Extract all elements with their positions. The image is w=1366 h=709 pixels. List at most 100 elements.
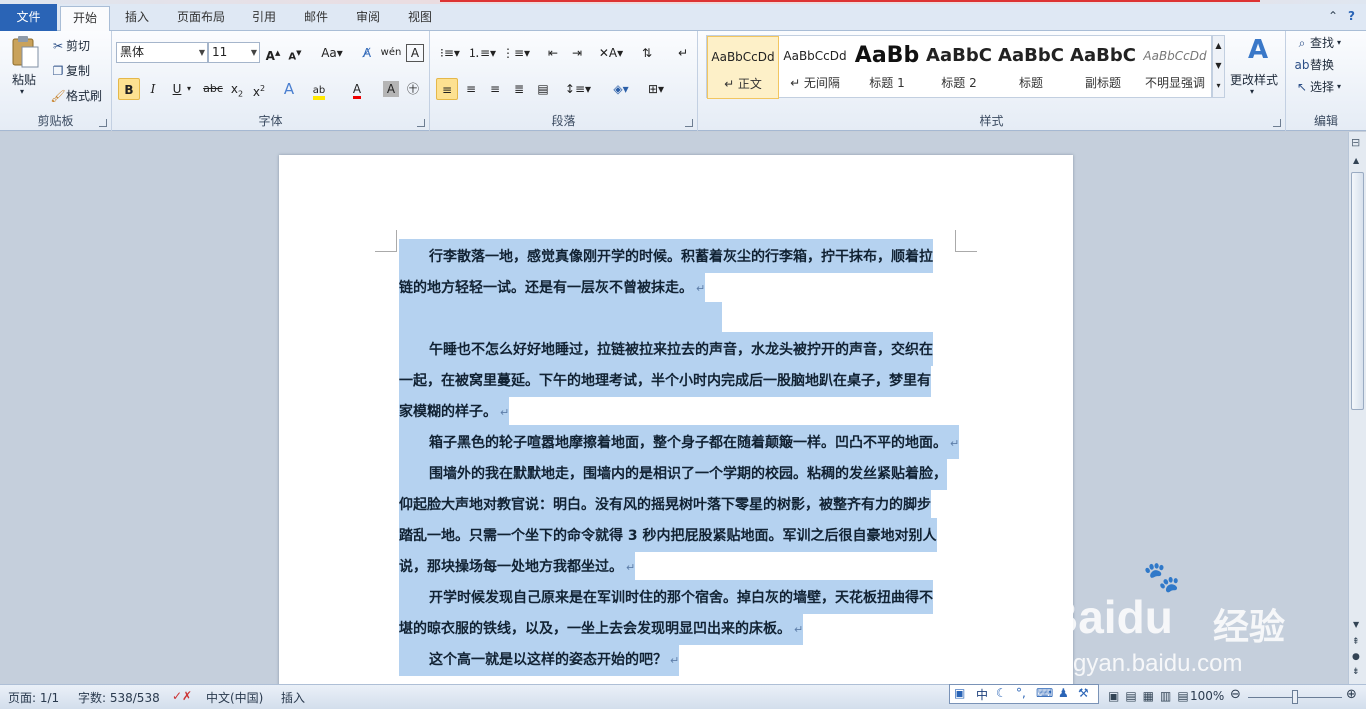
decrease-indent-icon[interactable]: ⇤ bbox=[542, 42, 564, 64]
document-line[interactable]: 箱子黑色的轮子喧嚣地摩擦着地面，整个身子都在随着颠簸一样。凹凸不平的地面。 ↵ bbox=[399, 424, 960, 459]
document-line[interactable]: 仰起脸大声地对教官说：明白。没有风的摇晃树叶落下零星的树影，被整齐有力的脚步 bbox=[399, 486, 954, 521]
phonetic-guide-icon[interactable]: wén bbox=[380, 42, 402, 64]
document-line[interactable]: 踏乱一地。只需一个坐下的命令就得 3 秒内把屁股紧贴地面。军训之后很自豪地对别人 bbox=[399, 517, 954, 552]
zoom-in-icon[interactable]: ⊕ bbox=[1346, 687, 1357, 702]
view-buttons-icon[interactable]: ▣▤▦▥▤ bbox=[1108, 689, 1195, 703]
chevron-down-icon[interactable]: ▾ bbox=[1250, 87, 1254, 96]
distribute-button[interactable]: ▤ bbox=[532, 78, 554, 100]
align-left-button[interactable]: ≡ bbox=[436, 78, 458, 100]
enclose-char-icon[interactable]: ㊉ bbox=[402, 78, 424, 100]
next-page-icon[interactable]: ⇟ bbox=[1352, 667, 1360, 677]
tab-references[interactable]: 引用 bbox=[242, 6, 286, 31]
multilevel-list-icon[interactable]: ⋮≡▾ bbox=[502, 42, 530, 64]
document-line[interactable]: 午睡也不怎么好好地睡过，拉链被拉来拉去的声音，水龙头被拧开的声音，交织在 bbox=[399, 331, 954, 366]
clipboard-dialog-launcher[interactable] bbox=[99, 119, 107, 127]
justify-button[interactable]: ≣ bbox=[508, 78, 530, 100]
scroll-up-icon[interactable]: ▲ bbox=[1353, 156, 1359, 165]
document-line[interactable]: 开学时候发现自己原来是在军训时住的那个宿舍。掉白灰的墙壁，天花板扭曲得不 bbox=[399, 579, 954, 614]
find-button[interactable]: ⌕ 查找 ▾ bbox=[1294, 34, 1341, 51]
paragraph-dialog-launcher[interactable] bbox=[685, 119, 693, 127]
style-normal[interactable]: AaBbCcDd ↵ 正文 bbox=[707, 36, 779, 99]
increase-indent-icon[interactable]: ⇥ bbox=[566, 42, 588, 64]
bold-button[interactable]: B bbox=[118, 78, 140, 100]
keyboard-icon[interactable]: ⌨ bbox=[1036, 686, 1053, 700]
tab-page-layout[interactable]: 页面布局 bbox=[166, 6, 236, 31]
font-size-select[interactable]: 11 ▼ bbox=[208, 42, 260, 63]
styles-scroll[interactable]: ▲ ▼ ▾ bbox=[1212, 35, 1225, 98]
word-count[interactable]: 字数: 538/538 bbox=[78, 689, 160, 706]
change-styles-button[interactable]: 更改样式 bbox=[1230, 71, 1278, 88]
numbering-icon[interactable]: ⒈≡▾ bbox=[468, 42, 496, 64]
zoom-slider-thumb[interactable] bbox=[1292, 690, 1298, 704]
style-subtle-emphasis[interactable]: AaBbCcDd 不明显强调 bbox=[1139, 36, 1211, 99]
ruler-toggle-icon[interactable]: ⊟ bbox=[1351, 136, 1360, 149]
show-marks-icon[interactable]: ↵ bbox=[672, 42, 694, 64]
align-center-button[interactable]: ≡ bbox=[460, 78, 482, 100]
change-styles-icon[interactable]: A bbox=[1238, 35, 1278, 65]
shrink-font-icon[interactable]: A▼ bbox=[284, 42, 306, 64]
line-spacing-icon[interactable]: ↕≡▾ bbox=[564, 78, 592, 100]
scroll-down-icon[interactable]: ▼ bbox=[1353, 620, 1359, 629]
strikethrough-button[interactable]: abc bbox=[200, 78, 226, 100]
style-subtitle[interactable]: AaBbC 副标题 bbox=[1067, 36, 1139, 99]
change-case-icon[interactable]: Aa▾ bbox=[318, 42, 346, 64]
paste-dropdown-icon[interactable]: ▾ bbox=[20, 87, 24, 96]
page-count[interactable]: 页面: 1/1 bbox=[8, 689, 59, 706]
clear-format-icon[interactable]: A̸ bbox=[356, 42, 378, 64]
font-name-select[interactable]: 黑体 ▼ bbox=[116, 42, 208, 63]
cut-button[interactable]: ✂ 剪切 bbox=[50, 37, 90, 54]
style-heading-2[interactable]: AaBbC 标题 2 bbox=[923, 36, 995, 99]
help-icon[interactable]: ? bbox=[1348, 9, 1355, 23]
insert-mode[interactable]: 插入 bbox=[281, 689, 305, 706]
proofing-icon[interactable]: ✓✗ bbox=[172, 689, 192, 703]
styles-dialog-launcher[interactable] bbox=[1273, 119, 1281, 127]
user-icon[interactable]: ♟ bbox=[1058, 686, 1069, 700]
vertical-scrollbar[interactable]: ⊟ ▲ ▼ ⇞ ● ⇟ bbox=[1348, 132, 1366, 684]
document-page[interactable]: 行李散落一地，感觉真像刚开学的时候。积蓄着灰尘的行李箱，拧干抹布，顺着拉 链的地方… bbox=[279, 155, 1073, 695]
superscript-button[interactable]: x2 bbox=[248, 78, 270, 100]
subscript-button[interactable]: x2 bbox=[226, 78, 248, 100]
document-line[interactable]: 围墙外的我在默默地走，围墙内的是相识了一个学期的校园。粘稠的发丝紧贴着脸， bbox=[399, 455, 954, 490]
paste-icon[interactable] bbox=[10, 35, 40, 69]
ime-logo-icon[interactable]: ▣ bbox=[954, 686, 965, 700]
grow-font-icon[interactable]: A▲ bbox=[262, 42, 284, 64]
chevron-down-icon[interactable]: ▾ bbox=[184, 78, 194, 100]
copy-button[interactable]: ❐ 复制 bbox=[50, 62, 90, 79]
font-color-icon[interactable]: A bbox=[346, 78, 368, 100]
char-shading-icon[interactable]: A bbox=[383, 81, 399, 97]
scroll-thumb[interactable] bbox=[1351, 172, 1364, 410]
sort-icon[interactable]: ⇅ bbox=[636, 42, 658, 64]
document-line[interactable]: 堪的晾衣服的铁线，以及，一坐上去会发现明显凹出来的床板。 ↵ bbox=[399, 610, 954, 645]
document-line[interactable]: 这个高一就是以这样的姿态开始的吧？ ↵ bbox=[399, 641, 954, 676]
font-dialog-launcher[interactable] bbox=[417, 119, 425, 127]
document-body[interactable]: 行李散落一地，感觉真像刚开学的时候。积蓄着灰尘的行李箱，拧干抹布，顺着拉 链的地方… bbox=[399, 238, 960, 676]
ime-mode[interactable]: 中 bbox=[976, 686, 988, 703]
tab-view[interactable]: 视图 bbox=[398, 6, 442, 31]
zoom-level[interactable]: 100% bbox=[1190, 689, 1224, 703]
prev-page-icon[interactable]: ⇞ bbox=[1352, 637, 1360, 647]
format-painter-button[interactable]: 🖌 格式刷 bbox=[50, 87, 102, 104]
document-line[interactable]: 说，那块操场每一处地方我都坐过。 ↵ bbox=[399, 548, 954, 583]
chinese-layout-icon[interactable]: ✕A▾ bbox=[596, 42, 626, 64]
style-title[interactable]: AaBbC 标题 bbox=[995, 36, 1067, 99]
italic-button[interactable]: I bbox=[142, 78, 164, 100]
style-no-spacing[interactable]: AaBbCcDd ↵ 无间隔 bbox=[779, 36, 851, 99]
document-line[interactable] bbox=[399, 302, 954, 333]
tab-review[interactable]: 审阅 bbox=[346, 6, 390, 31]
language-indicator[interactable]: 中文(中国) bbox=[206, 689, 263, 706]
zoom-out-icon[interactable]: ⊖ bbox=[1230, 687, 1241, 702]
style-heading-1[interactable]: AaBb 标题 1 bbox=[851, 36, 923, 99]
highlight-icon[interactable]: ab bbox=[308, 78, 330, 100]
minimize-ribbon-icon[interactable]: ⌃ bbox=[1328, 9, 1338, 23]
moon-icon[interactable]: ☾ bbox=[996, 686, 1007, 700]
document-line[interactable]: 行李散落一地，感觉真像刚开学的时候。积蓄着灰尘的行李箱，拧干抹布，顺着拉 bbox=[399, 238, 954, 273]
shading-icon[interactable]: ◈▾ bbox=[606, 78, 636, 100]
replace-button[interactable]: ab 替换 bbox=[1294, 56, 1335, 73]
text-effects-icon[interactable]: A bbox=[278, 78, 300, 100]
tab-insert[interactable]: 插入 bbox=[114, 6, 160, 31]
document-line[interactable]: 一起，在被窝里蔓延。下午的地理考试，半个小时内完成后一股脑地趴在桌子，梦里有 bbox=[399, 362, 954, 397]
tab-home[interactable]: 开始 bbox=[60, 6, 110, 32]
punctuation-icon[interactable]: °, bbox=[1016, 686, 1026, 700]
char-border-icon[interactable]: A bbox=[406, 44, 424, 62]
bullets-icon[interactable]: ⁝≡▾ bbox=[436, 42, 464, 64]
